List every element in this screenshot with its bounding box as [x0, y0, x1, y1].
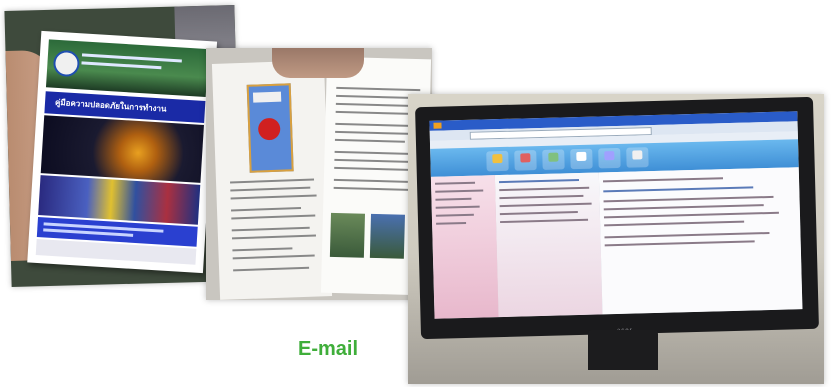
message-row: [499, 202, 592, 208]
cover-night-photo: [40, 115, 204, 183]
message-text-line: [603, 211, 779, 219]
holding-fingers: [272, 48, 364, 78]
text-line: [230, 178, 315, 184]
folder-item: [435, 181, 476, 185]
text-line: [231, 207, 302, 212]
message-text-line: [603, 186, 754, 193]
text-line: [335, 110, 412, 115]
cover-header-line: [81, 53, 182, 63]
message-row: [499, 186, 590, 192]
message-text-line: [603, 204, 764, 211]
toolbar-button: [542, 149, 565, 170]
text-line: [334, 138, 405, 143]
text-line: [336, 94, 417, 100]
safety-poster-image: [246, 83, 294, 173]
computer-monitor: acer: [415, 96, 819, 340]
toolbar-button: [486, 150, 509, 172]
text-line: [333, 178, 408, 183]
reading-pane: [598, 167, 803, 315]
text-line: [335, 122, 420, 128]
toolbar-button: [570, 148, 593, 170]
folder-item: [435, 205, 480, 209]
text-line: [230, 186, 311, 192]
browser-icon: [433, 122, 442, 129]
message-text-line: [604, 220, 745, 227]
message-text-line: [603, 195, 774, 203]
text-line: [232, 247, 293, 252]
text-line: [230, 194, 317, 200]
toolbar-button: [514, 150, 537, 171]
worker-photo-thumbnail: [329, 212, 366, 258]
cover-header-line: [81, 61, 162, 70]
message-row: [499, 194, 584, 200]
poster-header: [252, 91, 282, 103]
text-line: [231, 214, 316, 220]
folder-item: [435, 213, 474, 217]
worker-photo-thumbnail: [369, 213, 405, 259]
toolbar-button: [598, 147, 621, 169]
cover-header: [45, 39, 209, 98]
text-line: [233, 266, 310, 272]
email-caption: E-mail: [298, 338, 359, 360]
message-row: [498, 178, 580, 184]
text-line: [336, 86, 421, 92]
email-monitor-photo: acer: [408, 94, 824, 384]
toolbar-button: [626, 147, 649, 168]
message-text-line: [603, 177, 724, 183]
message-row: [500, 218, 589, 224]
mail-folder-pane: [430, 175, 500, 319]
monitor-stand: [588, 330, 658, 370]
folder-item: [435, 189, 484, 193]
text-line: [335, 130, 418, 136]
text-line: [231, 226, 310, 232]
booklet-cover: คู่มือความปลอดภัยในการทำงาน: [27, 30, 218, 274]
monitor-screen: [429, 111, 803, 319]
text-line: [232, 254, 315, 260]
cover-workers-photo: [38, 175, 201, 225]
booklet-left-page: [211, 60, 333, 300]
text-line: [334, 158, 415, 163]
text-line: [231, 234, 316, 240]
message-text-line: [604, 240, 755, 247]
folder-item: [435, 197, 472, 201]
text-line: [334, 166, 419, 172]
stop-sign-icon: [257, 117, 281, 141]
text-line: [333, 186, 418, 192]
message-list-pane: [494, 172, 604, 318]
folder-item: [436, 221, 467, 225]
text-line: [334, 150, 419, 156]
message-row: [499, 211, 578, 216]
open-booklet-photo: [206, 48, 432, 300]
organization-logo-icon: [52, 49, 81, 78]
message-text-line: [604, 232, 770, 239]
